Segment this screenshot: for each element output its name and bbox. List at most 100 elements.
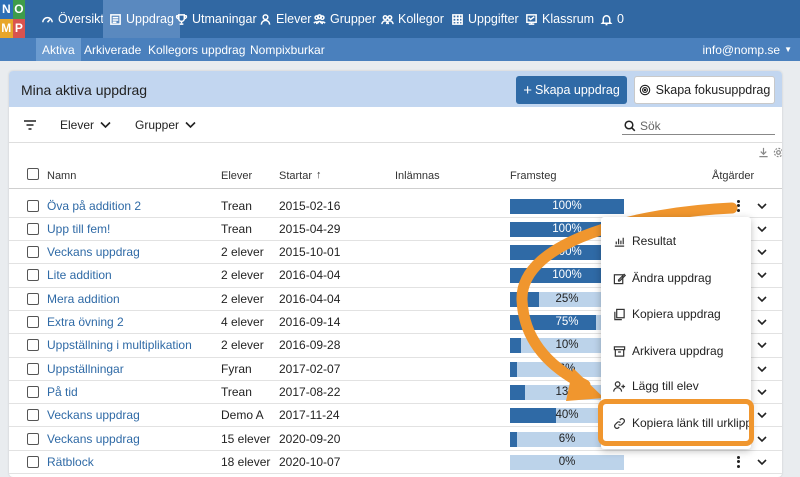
- assignment-name-link[interactable]: Rätblock: [47, 455, 94, 469]
- expand-chevron-icon[interactable]: [756, 456, 768, 468]
- assignment-students: Demo A: [221, 408, 264, 423]
- menu-item-arkivera-uppdrag[interactable]: Arkivera uppdrag: [613, 341, 723, 361]
- nav-kollegor[interactable]: Kollegor: [381, 0, 444, 38]
- assignment-name-link[interactable]: Veckans uppdrag: [47, 408, 140, 422]
- search-icon: [624, 119, 636, 131]
- create-focus-assignment-button[interactable]: Skapa fokusuppdrag: [634, 76, 775, 104]
- row-checkbox[interactable]: [27, 362, 39, 375]
- notifications-button[interactable]: 0: [600, 0, 624, 38]
- more-actions-icon[interactable]: [735, 454, 741, 470]
- tab-aktiva[interactable]: Aktiva: [36, 38, 81, 61]
- select-all-checkbox[interactable]: [27, 168, 39, 180]
- gear-icon[interactable]: [773, 147, 782, 158]
- groups-dropdown[interactable]: Grupper: [135, 118, 196, 132]
- row-checkbox[interactable]: [27, 316, 39, 328]
- row-checkbox[interactable]: [27, 222, 39, 235]
- assignment-name-link[interactable]: Mera addition: [47, 292, 120, 306]
- search-input[interactable]: Sök: [622, 117, 775, 135]
- row-checkbox[interactable]: [27, 385, 39, 398]
- filter-icon[interactable]: [23, 119, 37, 131]
- notification-count: 0: [617, 12, 624, 26]
- expand-chevron-icon[interactable]: [756, 386, 768, 398]
- table-row[interactable]: Rätblock 18 elever 2020-10-07 0%: [9, 451, 782, 475]
- nav-uppgifter[interactable]: Uppgifter: [451, 0, 519, 38]
- assignment-students: 4 elever: [221, 315, 264, 329]
- column-startar[interactable]: Startar ↑: [279, 169, 322, 183]
- assignment-name-link[interactable]: Extra övning 2: [47, 315, 124, 329]
- expand-chevron-icon[interactable]: [756, 246, 768, 258]
- copy-icon: [614, 308, 625, 320]
- row-checkbox[interactable]: [27, 269, 39, 282]
- nav-uppdrag[interactable]: Uppdrag: [103, 0, 180, 38]
- trophy-icon: [175, 13, 188, 25]
- expand-chevron-icon[interactable]: [756, 363, 768, 375]
- assignment-students: 2 elever: [221, 291, 264, 306]
- row-checkbox[interactable]: [27, 292, 39, 305]
- menu-item-kopiera-uppdrag[interactable]: Kopiera uppdrag: [613, 304, 721, 324]
- row-checkbox[interactable]: [27, 246, 39, 259]
- nav-klassrum[interactable]: Klassrum: [525, 0, 594, 38]
- caret-down-icon: ▼: [784, 45, 792, 54]
- expand-chevron-icon[interactable]: [756, 316, 768, 328]
- expand-chevron-icon[interactable]: [756, 433, 768, 445]
- assignment-name-link[interactable]: Veckans uppdrag: [47, 245, 140, 259]
- create-assignment-button[interactable]: + Skapa uppdrag: [516, 76, 627, 104]
- table-tools: [758, 147, 782, 158]
- menu-item-resultat[interactable]: Resultat: [613, 231, 676, 251]
- tab-kollegors-uppdrag[interactable]: Kollegors uppdrag: [148, 38, 245, 61]
- row-checkbox[interactable]: [27, 409, 39, 422]
- progress-label: 100%: [552, 199, 582, 212]
- nav-elever[interactable]: Elever: [259, 0, 311, 38]
- nomp-logo[interactable]: N O M P: [0, 0, 38, 38]
- assignment-students: 15 elever: [221, 431, 271, 446]
- column-elever[interactable]: Elever: [221, 170, 252, 182]
- expand-chevron-icon[interactable]: [756, 339, 768, 351]
- assignment-name-link[interactable]: Uppställning i multiplikation: [47, 338, 192, 352]
- sort-arrow-up-icon: ↑: [316, 169, 322, 181]
- menu-item-lagg-till-elev[interactable]: Lägg till elev: [613, 376, 699, 396]
- nav-oversikt[interactable]: Översikt: [41, 0, 104, 38]
- assignment-start-date: 2017-11-24: [279, 408, 340, 423]
- assignment-start-date: 2017-02-07: [279, 361, 341, 376]
- assignment-name-link[interactable]: På tid: [47, 385, 78, 399]
- sub-navigation: Aktiva Arkiverade Kollegors uppdrag Nomp…: [0, 38, 800, 61]
- expand-chevron-icon[interactable]: [756, 293, 768, 305]
- nav-grupper[interactable]: Grupper: [313, 0, 376, 38]
- table-row[interactable]: Öva på addition 2 Trean 2015-02-16 100%: [9, 195, 782, 218]
- colleagues-icon: [381, 14, 394, 24]
- column-namn[interactable]: Namn: [47, 170, 76, 182]
- page-title: Mina aktiva uppdrag: [21, 82, 148, 98]
- expand-chevron-icon[interactable]: [756, 409, 768, 421]
- row-checkbox[interactable]: [27, 455, 39, 468]
- assignment-start-date: 2015-04-29: [279, 221, 341, 236]
- assignment-name-link[interactable]: Uppställningar: [47, 362, 124, 376]
- assignment-students: 2 elever: [221, 268, 264, 283]
- menu-item-andra-uppdrag[interactable]: Ändra uppdrag: [613, 268, 711, 288]
- assignment-start-date: 2016-09-14: [279, 315, 341, 329]
- row-checkbox[interactable]: [27, 339, 39, 352]
- nav-utmaningar[interactable]: Utmaningar: [175, 0, 257, 38]
- highlight-frame: [598, 399, 754, 446]
- expand-chevron-icon[interactable]: [756, 200, 768, 212]
- assignment-name-link[interactable]: Öva på addition 2: [47, 199, 141, 213]
- assignment-name-link[interactable]: Veckans uppdrag: [47, 432, 140, 446]
- download-icon[interactable]: [758, 147, 769, 158]
- expand-chevron-icon[interactable]: [756, 269, 768, 281]
- tab-arkiverade[interactable]: Arkiverade: [84, 38, 141, 61]
- assignment-start-date: 2020-10-07: [279, 454, 341, 469]
- assignment-students: Fyran: [221, 361, 252, 376]
- more-actions-icon[interactable]: [735, 198, 741, 214]
- row-checkbox[interactable]: [27, 199, 39, 212]
- students-dropdown[interactable]: Elever: [60, 118, 111, 132]
- assignment-students: 2 elever: [221, 245, 264, 260]
- assignment-start-date: 2016-04-04: [279, 291, 341, 306]
- assignment-name-link[interactable]: Lite addition: [47, 268, 112, 282]
- expand-chevron-icon[interactable]: [756, 223, 768, 235]
- column-inlamnas[interactable]: Inlämnas: [395, 170, 440, 182]
- user-menu[interactable]: info@nomp.se ▼: [703, 38, 792, 61]
- assignment-students: Trean: [221, 221, 252, 236]
- row-checkbox[interactable]: [27, 432, 39, 445]
- column-framsteg[interactable]: Framsteg: [510, 170, 556, 182]
- tab-nompixburkar[interactable]: Nompixburkar: [250, 38, 325, 61]
- assignment-name-link[interactable]: Upp till fem!: [47, 222, 110, 236]
